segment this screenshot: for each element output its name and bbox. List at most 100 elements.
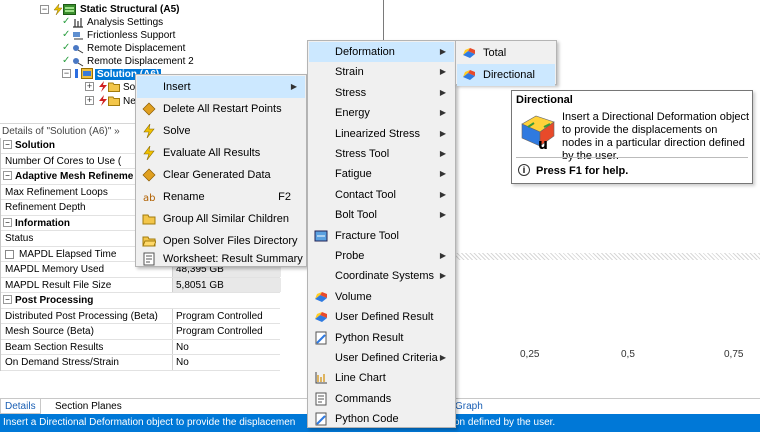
menu-item-energy[interactable]: Energy ▶ bbox=[309, 103, 454, 123]
details-row[interactable]: Beam Section Results No bbox=[1, 339, 281, 355]
tab-details[interactable]: Details bbox=[0, 399, 41, 414]
tree-item-label: So bbox=[123, 82, 136, 93]
menu-item-commands[interactable]: Commands bbox=[309, 389, 454, 409]
menu-item-directional[interactable]: Directional bbox=[457, 64, 555, 86]
tree-item-label: Static Structural (A5) bbox=[80, 4, 180, 15]
details-row-value[interactable]: 5,8051 GB bbox=[173, 277, 281, 292]
collapse-icon[interactable]: − bbox=[3, 217, 12, 227]
menu-item-group-similar-children[interactable]: Group All Similar Children bbox=[137, 208, 305, 230]
menu-item-user-defined-criteria[interactable]: User Defined Criteria ▶ bbox=[309, 348, 454, 368]
info-icon: i bbox=[518, 164, 530, 176]
menu-item-insert[interactable]: Insert ▶ bbox=[137, 76, 305, 98]
menu-item-worksheet-result-summary[interactable]: Worksheet: Result Summary bbox=[137, 252, 305, 266]
menu-item-linearized-stress[interactable]: Linearized Stress ▶ bbox=[309, 124, 454, 144]
menu-item-python-result[interactable]: Python Result bbox=[309, 328, 454, 348]
tree-item-remote-displacement[interactable]: Remote Displacement bbox=[87, 42, 185, 55]
menu-item-label: Contact Tool bbox=[335, 188, 396, 201]
details-row-value[interactable]: Program Controlled bbox=[173, 324, 281, 339]
tree-item-solution-child-2[interactable]: Ne bbox=[123, 95, 136, 108]
menu-item-stress[interactable]: Stress ▶ bbox=[309, 83, 454, 103]
tree-item-frictionless-support[interactable]: Frictionless Support bbox=[87, 29, 175, 42]
menu-item-line-chart[interactable]: Line Chart bbox=[309, 368, 454, 388]
remote-displacement-icon bbox=[72, 43, 84, 54]
tree-item-solution-child-1[interactable]: So bbox=[123, 81, 135, 94]
tab-section-planes[interactable]: Section Planes bbox=[51, 399, 126, 414]
tree-item-static-structural[interactable]: Static Structural (A5) bbox=[80, 3, 179, 16]
menu-item-label: Delete All Restart Points bbox=[163, 103, 282, 115]
menu-item-fatigue[interactable]: Fatigue ▶ bbox=[309, 164, 454, 184]
menu-item-label: Worksheet: Result Summary bbox=[163, 253, 303, 265]
submenu-arrow-icon: ▶ bbox=[290, 82, 297, 91]
details-row[interactable]: On Demand Stress/Strain No bbox=[1, 355, 280, 371]
menu-item-solve[interactable]: Solve bbox=[137, 120, 305, 142]
details-row[interactable]: MAPDL Result File Size 5,8051 GB bbox=[1, 277, 281, 293]
menu-item-label: Evaluate All Results bbox=[163, 147, 261, 159]
svg-text:ab: ab bbox=[143, 193, 155, 204]
menu-item-user-defined-result[interactable]: User Defined Result bbox=[309, 307, 454, 327]
menu-item-rename[interactable]: ab Rename F2 bbox=[137, 186, 305, 208]
details-row[interactable]: Mesh Source (Beta) Program Controlled bbox=[1, 324, 280, 340]
submenu-arrow-icon: ▶ bbox=[439, 47, 446, 56]
expand-toggle[interactable]: + bbox=[85, 82, 94, 91]
menu-item-label: Volume bbox=[335, 290, 372, 303]
details-row-label: Refinement Depth bbox=[5, 202, 86, 213]
menu-item-total[interactable]: Total bbox=[457, 42, 555, 64]
context-menu: Insert ▶ Delete All Restart Points Solve… bbox=[135, 74, 307, 267]
menu-item-python-code[interactable]: Python Code bbox=[309, 409, 454, 429]
worksheet-icon bbox=[142, 252, 156, 266]
menu-item-evaluate-all-results[interactable]: Evaluate All Results bbox=[137, 142, 305, 164]
menu-shortcut: F2 bbox=[278, 191, 291, 203]
collapse-icon[interactable]: − bbox=[3, 140, 12, 149]
menu-item-coordinate-systems[interactable]: Coordinate Systems ▶ bbox=[309, 266, 454, 286]
menu-item-label: Insert bbox=[163, 81, 191, 93]
details-row-value[interactable]: No bbox=[173, 355, 281, 370]
tree-item-remote-displacement-2[interactable]: Remote Displacement 2 bbox=[87, 55, 194, 68]
submenu-arrow-icon: ▶ bbox=[439, 149, 446, 158]
check-icon: ✓ bbox=[62, 29, 71, 40]
collapse-toggle[interactable]: − bbox=[62, 69, 71, 78]
menu-item-delete-restart-points[interactable]: Delete All Restart Points bbox=[137, 98, 305, 120]
submenu-arrow-icon: ▶ bbox=[439, 210, 446, 220]
volume-icon bbox=[314, 290, 328, 304]
directional-deformation-icon bbox=[462, 68, 476, 82]
menu-item-contact-tool[interactable]: Contact Tool ▶ bbox=[309, 185, 454, 205]
tab-graph[interactable]: Graph bbox=[451, 399, 487, 414]
submenu-arrow-icon: ▶ bbox=[439, 108, 446, 118]
menu-item-fracture-tool[interactable]: Fracture Tool bbox=[309, 226, 454, 246]
tree-item-analysis-settings[interactable]: Analysis Settings bbox=[87, 16, 163, 29]
fracture-tool-icon bbox=[314, 229, 328, 243]
collapse-toggle[interactable]: − bbox=[40, 5, 49, 14]
menu-item-bolt-tool[interactable]: Bolt Tool ▶ bbox=[309, 205, 454, 225]
collapse-icon[interactable]: − bbox=[3, 171, 12, 180]
submenu-arrow-icon: ▶ bbox=[439, 169, 446, 179]
tooltip-divider bbox=[516, 157, 748, 158]
parameter-checkbox[interactable] bbox=[5, 249, 14, 259]
menu-item-probe[interactable]: Probe ▶ bbox=[309, 246, 454, 266]
expand-toggle[interactable]: + bbox=[85, 96, 94, 105]
details-row-label: Number Of Cores to Use ( bbox=[5, 155, 122, 167]
menu-item-volume[interactable]: Volume bbox=[309, 287, 454, 307]
menu-item-open-solver-files[interactable]: Open Solver Files Directory bbox=[137, 230, 305, 252]
details-row-value[interactable]: No bbox=[173, 340, 281, 355]
insert-submenu: Deformation ▶ Strain ▶ Stress ▶ Energy ▶ Lineari… bbox=[307, 40, 456, 428]
menu-item-stress-tool[interactable]: Stress Tool ▶ bbox=[309, 144, 454, 164]
menu-item-label: Commands bbox=[335, 392, 392, 405]
submenu-arrow-icon: ▶ bbox=[439, 251, 446, 260]
directional-deformation-icon: u bbox=[520, 110, 556, 153]
tree-item-label: Remote Displacement 2 bbox=[87, 56, 194, 67]
menu-item-label: Python Result bbox=[335, 331, 404, 344]
details-group-header[interactable]: − Post Processing bbox=[1, 293, 280, 309]
menu-item-deformation[interactable]: Deformation ▶ bbox=[309, 42, 454, 63]
menu-item-label: Energy bbox=[335, 107, 370, 120]
details-row-value[interactable]: Program Controlled bbox=[173, 309, 281, 324]
menu-item-clear-generated-data[interactable]: Clear Generated Data bbox=[137, 164, 305, 186]
submenu-arrow-icon: ▶ bbox=[439, 67, 446, 77]
collapse-icon[interactable]: − bbox=[3, 295, 12, 304]
menu-item-label: Fatigue bbox=[335, 168, 372, 181]
menu-item-label: Open Solver Files Directory bbox=[163, 235, 298, 247]
check-icon: ✓ bbox=[62, 42, 71, 53]
details-row-label: Post Processing bbox=[15, 295, 94, 306]
details-row[interactable]: Distributed Post Processing (Beta) Progra… bbox=[1, 308, 281, 324]
menu-item-strain[interactable]: Strain ▶ bbox=[309, 62, 454, 82]
folder-icon bbox=[108, 95, 120, 106]
